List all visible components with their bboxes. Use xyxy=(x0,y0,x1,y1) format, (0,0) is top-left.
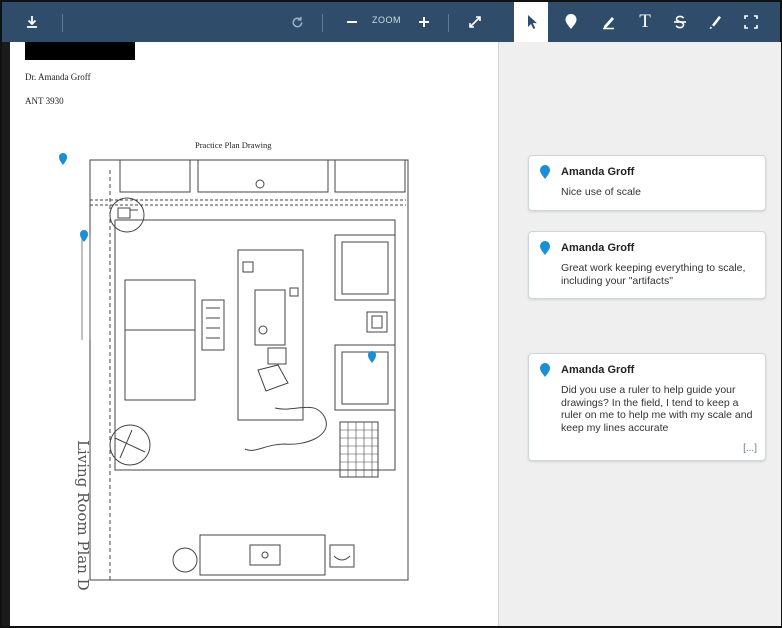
redaction-bar xyxy=(25,42,135,60)
expand-comment-link[interactable]: [...] xyxy=(743,443,757,454)
zoom-out-icon[interactable] xyxy=(342,2,362,42)
pin-icon xyxy=(540,241,550,255)
course-line: ANT 3930 xyxy=(25,96,64,106)
zoom-label: ZOOM xyxy=(372,15,401,25)
comment-text: Did you use a ruler to help guide your d… xyxy=(561,384,753,434)
comment-text: Nice use of scale xyxy=(561,186,641,198)
vertical-caption: Living Room Plan Drawing xyxy=(74,440,92,590)
expand-icon[interactable] xyxy=(464,2,486,42)
comments-sidebar xyxy=(498,42,781,626)
area-icon[interactable] xyxy=(738,2,764,42)
annotation-toolbar: ZOOM T xyxy=(2,2,780,42)
pin-icon[interactable] xyxy=(79,229,89,243)
toolbar-divider xyxy=(62,14,63,32)
pin-icon[interactable] xyxy=(560,2,582,42)
author-line: Dr. Amanda Groff xyxy=(25,72,91,82)
comment-author: Amanda Groff xyxy=(561,242,635,254)
draw-icon[interactable] xyxy=(598,2,620,42)
pin-icon xyxy=(540,363,550,377)
floor-plan-drawing: Living Room Plan Drawing xyxy=(74,159,409,590)
page-edge xyxy=(2,42,10,626)
comment-card[interactable]: Amanda Groff Did you use a ruler to help… xyxy=(528,353,766,461)
strikethrough-icon[interactable] xyxy=(669,2,691,42)
download-icon[interactable] xyxy=(20,2,44,42)
comment-author: Amanda Groff xyxy=(561,166,635,178)
toolbar-divider xyxy=(448,14,449,32)
pin-icon[interactable] xyxy=(58,152,68,166)
pin-icon[interactable] xyxy=(367,350,377,364)
rotate-icon[interactable] xyxy=(285,2,309,42)
pin-icon xyxy=(540,165,550,179)
select-icon[interactable] xyxy=(522,2,542,42)
text-icon[interactable]: T xyxy=(634,2,656,42)
highlight-icon[interactable] xyxy=(704,2,726,42)
toolbar-divider xyxy=(322,14,323,32)
comment-author: Amanda Groff xyxy=(561,364,635,376)
comment-card[interactable]: Amanda Groff Nice use of scale xyxy=(528,155,766,211)
comment-card[interactable]: Amanda Groff Great work keeping everythi… xyxy=(528,231,766,299)
comment-text: Great work keeping everything to scale, … xyxy=(561,262,746,287)
zoom-in-icon[interactable] xyxy=(414,2,434,42)
